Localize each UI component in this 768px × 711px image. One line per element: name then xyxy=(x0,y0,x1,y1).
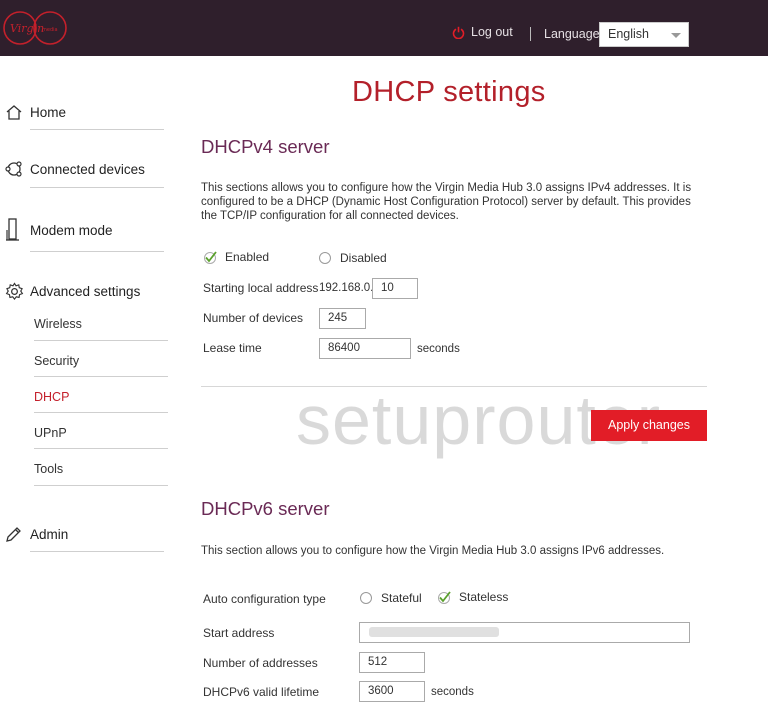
lease-time-label: Lease time xyxy=(203,341,262,355)
dhcpv6-lifetime-label: DHCPv6 valid lifetime xyxy=(203,685,320,699)
svg-text:media: media xyxy=(42,27,58,33)
language-selected: English xyxy=(608,27,649,41)
modem-icon xyxy=(5,218,29,241)
page-title: DHCP settings xyxy=(352,76,546,108)
sidebar-subitem-upnp[interactable]: UPnP xyxy=(34,426,67,440)
starting-address-input[interactable]: 10 xyxy=(372,278,418,299)
header-separator xyxy=(530,27,531,41)
sidebar-item-connected-devices[interactable]: Connected devices xyxy=(0,158,145,180)
checkmark-icon xyxy=(204,250,217,264)
section-divider xyxy=(201,386,707,387)
power-icon xyxy=(452,26,465,39)
sidebar-subitem-tools[interactable]: Tools xyxy=(34,462,63,476)
language-select[interactable]: English xyxy=(599,22,689,47)
checkmark-icon xyxy=(438,590,451,604)
divider xyxy=(34,376,168,377)
divider xyxy=(30,251,164,252)
enabled-label: Enabled xyxy=(225,250,270,264)
sidebar-item-admin[interactable]: Admin xyxy=(0,523,68,545)
gear-icon xyxy=(5,280,29,302)
blurred-address xyxy=(369,627,499,637)
start-address-label: Start address xyxy=(203,626,275,640)
stateless-label: Stateless xyxy=(459,590,509,604)
sidebar-subitem-security[interactable]: Security xyxy=(34,354,79,368)
dhcpv4-disabled-radio[interactable]: Disabled xyxy=(319,251,387,265)
auto-config-type-label: Auto configuration type xyxy=(203,592,326,606)
number-of-devices-label: Number of devices xyxy=(203,311,304,325)
sidebar-item-label: Admin xyxy=(30,526,69,542)
sidebar-item-label: Advanced settings xyxy=(30,283,141,299)
sidebar-item-label: Modem mode xyxy=(30,222,113,238)
divider xyxy=(30,187,164,188)
radio-circle xyxy=(360,592,372,604)
stateful-radio[interactable]: Stateful xyxy=(360,591,422,605)
number-of-addresses-label: Number of addresses xyxy=(203,656,318,670)
top-bar: Virgin media Log out Language English xyxy=(0,0,768,56)
chevron-down-icon xyxy=(671,33,681,38)
divider xyxy=(30,129,164,130)
home-icon xyxy=(5,101,29,123)
apply-changes-button[interactable]: Apply changes xyxy=(591,410,707,441)
lease-time-input[interactable]: 86400 xyxy=(319,338,411,359)
dhcpv4-description: This sections allows you to configure ho… xyxy=(201,182,692,222)
sidebar-item-label: Connected devices xyxy=(30,161,145,177)
divider xyxy=(34,485,168,486)
sidebar-item-advanced-settings[interactable]: Advanced settings xyxy=(0,280,140,302)
sidebar-subitem-wireless[interactable]: Wireless xyxy=(34,317,82,331)
sidebar-subitem-dhcp[interactable]: DHCP xyxy=(34,390,69,404)
virgin-media-logo[interactable]: Virgin media xyxy=(2,6,68,48)
dhcpv4-section-title: DHCPv4 server xyxy=(201,136,330,157)
devices-icon xyxy=(5,158,29,180)
number-of-devices-input[interactable]: 245 xyxy=(319,308,366,329)
dhcpv6-lifetime-input[interactable]: 3600 xyxy=(359,681,425,702)
sidebar-item-modem-mode[interactable]: Modem mode xyxy=(0,218,113,241)
starting-address-label: Starting local address xyxy=(203,281,319,295)
dhcpv4-enabled-radio[interactable]: Enabled xyxy=(203,250,269,264)
radio-circle xyxy=(319,252,331,264)
stateful-label: Stateful xyxy=(381,591,422,605)
disabled-label: Disabled xyxy=(340,251,387,265)
logout-label: Log out xyxy=(471,25,513,39)
svg-text:Virgin: Virgin xyxy=(10,22,44,35)
number-of-addresses-input[interactable]: 512 xyxy=(359,652,425,673)
logout-button[interactable]: Log out xyxy=(452,25,513,39)
divider xyxy=(34,412,168,413)
dhcpv6-section-title: DHCPv6 server xyxy=(201,498,330,519)
dhcpv6-description: This section allows you to configure how… xyxy=(201,545,665,557)
stateless-radio[interactable]: Stateless xyxy=(437,590,508,604)
dhcpv6-lifetime-unit: seconds xyxy=(431,686,474,698)
divider xyxy=(34,340,168,341)
sidebar-item-label: Home xyxy=(30,104,67,120)
divider xyxy=(34,448,168,449)
lease-time-unit: seconds xyxy=(417,343,460,355)
divider xyxy=(30,551,164,552)
sidebar-item-home[interactable]: Home xyxy=(0,101,66,123)
pencil-icon xyxy=(5,523,29,545)
language-label: Language xyxy=(544,27,600,41)
starting-address-prefix: 192.168.0. xyxy=(319,282,374,294)
